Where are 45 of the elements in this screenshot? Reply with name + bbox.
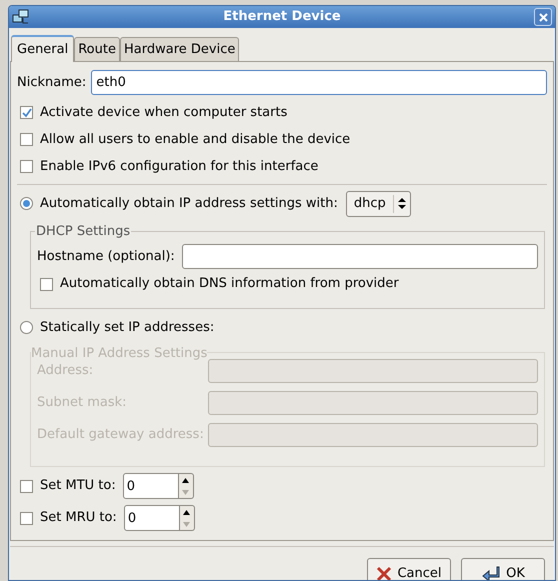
up-arrow-icon (182, 478, 190, 482)
number-field[interactable]: 0 (122, 473, 179, 499)
checkbox[interactable] (40, 278, 53, 290)
checkbox[interactable] (20, 512, 33, 524)
return-arrow-icon (481, 566, 502, 580)
radio-button[interactable] (20, 197, 33, 210)
checkbox-label: Activate device when computer starts (40, 104, 288, 122)
number-field[interactable]: 0 (124, 505, 180, 531)
close-icon (538, 12, 548, 22)
checkbox[interactable] (20, 480, 33, 492)
checkbox[interactable] (20, 106, 33, 119)
hostname-field[interactable] (182, 244, 538, 269)
close-button[interactable] (534, 8, 552, 26)
checkbox-label: Set MTU to: (40, 477, 116, 496)
ok-button[interactable]: OK (461, 558, 545, 580)
down-arrow-icon (183, 522, 190, 526)
network-icon (12, 9, 30, 25)
cancel-button[interactable]: Cancel (367, 558, 451, 580)
checkbox-label: Set MRU to: (40, 509, 117, 528)
field-label: Address: (37, 362, 94, 380)
down-arrow-icon (182, 490, 190, 494)
checkbox[interactable] (20, 160, 33, 173)
spin-buttons[interactable] (180, 505, 195, 531)
tab[interactable]: Route (74, 37, 120, 61)
field-label: Default gateway address: (37, 426, 205, 444)
spin-buttons[interactable] (178, 473, 194, 499)
up-down-arrows-icon (398, 197, 406, 210)
x-icon (376, 566, 392, 580)
checkbox[interactable] (20, 133, 33, 146)
method-dropdown[interactable]: dhcp (346, 190, 411, 216)
checkbox-label: Enable IPv6 configuration for this interface (40, 158, 318, 176)
radio-button[interactable] (20, 321, 33, 334)
radio-label: Automatically obtain IP address settings with: (40, 194, 338, 213)
field-label: Subnet mask: (37, 394, 128, 412)
checkbox-label: Allow all users to enable and disable the device (40, 130, 350, 149)
tab[interactable]: General (11, 35, 74, 62)
radio-label: Statically set IP addresses: (40, 318, 214, 337)
field-label: Hostname (optional): (37, 248, 175, 266)
up-arrow-icon (183, 510, 190, 514)
field-label: Nickname: (17, 74, 86, 92)
window-title: Ethernet Device (222, 8, 342, 26)
checkbox-label: Automatically obtain DNS information from provider (60, 275, 399, 294)
nickname-field[interactable]: eth0 (91, 70, 547, 95)
tab[interactable]: Hardware Device (120, 37, 240, 61)
checkmark-icon (22, 108, 32, 118)
